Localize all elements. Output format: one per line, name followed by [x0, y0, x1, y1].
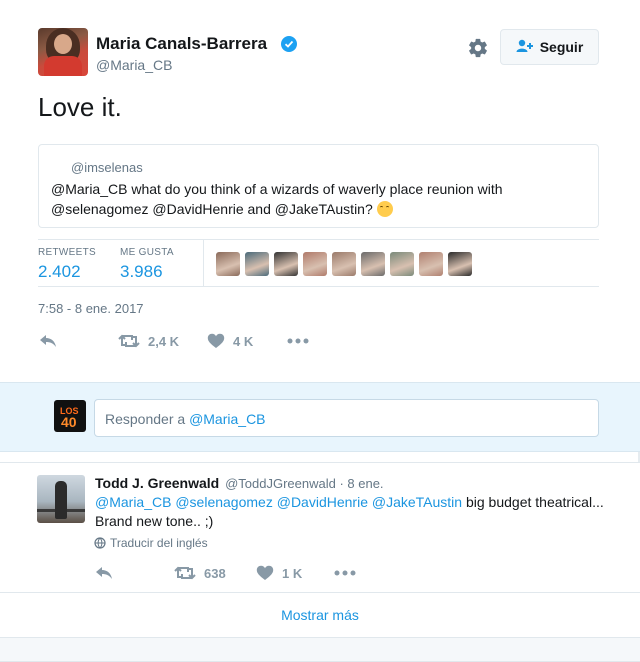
like-action[interactable]: 1 K	[256, 565, 334, 581]
like-count: 4 K	[233, 333, 254, 349]
reply-compose-bar: LOS 40 Responder a @Maria_CB	[0, 382, 640, 452]
liker-avatar[interactable]	[332, 252, 356, 276]
reply-action[interactable]	[94, 565, 174, 581]
current-user-avatar[interactable]: LOS 40	[54, 400, 86, 432]
reply-author-avatar[interactable]	[37, 475, 85, 523]
heart-icon	[207, 333, 225, 348]
mention-link[interactable]: @DavidHenrie	[277, 494, 368, 510]
mention-link[interactable]: @JakeTAustin	[372, 494, 462, 510]
liker-avatar[interactable]	[274, 252, 298, 276]
reply-icon	[96, 567, 112, 579]
retweet-icon	[174, 566, 196, 580]
quoted-text: @Maria_CB what do you think of a wizards…	[51, 181, 503, 217]
retweet-action[interactable]: 638	[174, 565, 256, 581]
reply-action[interactable]	[38, 333, 118, 349]
reply-actions: 638 1 K	[94, 563, 356, 583]
bottom-strip	[0, 638, 640, 662]
reply-input[interactable]: Responder a @Maria_CB	[94, 399, 599, 437]
svg-text:40: 40	[61, 414, 77, 430]
tweet-timestamp[interactable]: 7:58 - 8 ene. 2017	[38, 301, 144, 316]
author-name[interactable]: Maria Canals-Barrera	[96, 34, 267, 54]
reply-text: @Maria_CB @selenagomez @DavidHenrie @Jak…	[95, 494, 604, 529]
likes-stat[interactable]: ME GUSTA 3.986	[120, 247, 174, 282]
tweet-stats: RETWEETS 2.402 ME GUSTA 3.986	[38, 239, 599, 287]
liker-avatar[interactable]	[245, 252, 269, 276]
author-handle[interactable]: @Maria_CB	[96, 57, 172, 73]
quoted-tweet[interactable]: @imselenas @Maria_CB what do you think o…	[38, 144, 599, 228]
retweets-label: RETWEETS	[38, 247, 96, 258]
liker-avatar[interactable]	[303, 252, 327, 276]
more-dots-icon	[287, 338, 309, 344]
more-action[interactable]	[334, 570, 356, 576]
more-action[interactable]	[287, 338, 309, 344]
liker-avatar[interactable]	[390, 252, 414, 276]
stats-divider	[203, 240, 204, 287]
tweet-card: Maria Canals-Barrera @Maria_CB Seguir Lo…	[0, 0, 640, 382]
translate-link[interactable]: Traducir del inglés	[94, 536, 208, 550]
globe-icon	[94, 537, 106, 549]
tweet-text: Love it.	[38, 92, 122, 122]
like-count: 1 K	[282, 565, 303, 581]
retweets-stat[interactable]: RETWEETS 2.402	[38, 247, 96, 282]
likes-value: 3.986	[120, 262, 163, 281]
retweet-action[interactable]: 2,4 K	[118, 333, 207, 349]
reply-author[interactable]: Todd J. Greenwald @ToddJGreenwald · 8 en…	[95, 475, 384, 491]
heart-icon	[256, 565, 274, 580]
retweet-count: 2,4 K	[148, 333, 180, 349]
retweets-value: 2.402	[38, 262, 81, 281]
like-action[interactable]: 4 K	[207, 333, 287, 349]
liker-avatar[interactable]	[419, 252, 443, 276]
liker-avatar[interactable]	[216, 252, 240, 276]
retweet-icon	[118, 334, 140, 348]
mention-link[interactable]: @selenagomez	[175, 494, 273, 510]
quoted-handle[interactable]: @imselenas	[71, 160, 143, 175]
liker-avatar[interactable]	[361, 252, 385, 276]
reply-tweet[interactable]: Todd J. Greenwald @ToddJGreenwald · 8 en…	[0, 462, 640, 592]
gear-icon[interactable]	[467, 37, 489, 59]
follow-label: Seguir	[539, 39, 584, 55]
add-user-icon	[516, 39, 534, 56]
reply-author-meta: @ToddJGreenwald · 8 ene.	[225, 476, 384, 491]
verified-badge-icon	[281, 36, 297, 52]
tweet-actions: 2,4 K 4 K	[38, 331, 309, 351]
reply-icon	[40, 335, 56, 347]
liker-avatars	[216, 252, 472, 276]
mention-link[interactable]: @Maria_CB	[95, 494, 171, 510]
liker-avatar[interactable]	[448, 252, 472, 276]
more-dots-icon	[334, 570, 356, 576]
likes-label: ME GUSTA	[120, 247, 174, 258]
retweet-count: 638	[204, 565, 226, 581]
follow-button[interactable]: Seguir	[500, 29, 599, 65]
relieved-face-icon	[376, 201, 393, 217]
reply-author-name: Todd J. Greenwald	[95, 475, 220, 491]
author-avatar[interactable]	[38, 28, 88, 76]
show-more-button[interactable]: Mostrar más	[0, 592, 640, 638]
